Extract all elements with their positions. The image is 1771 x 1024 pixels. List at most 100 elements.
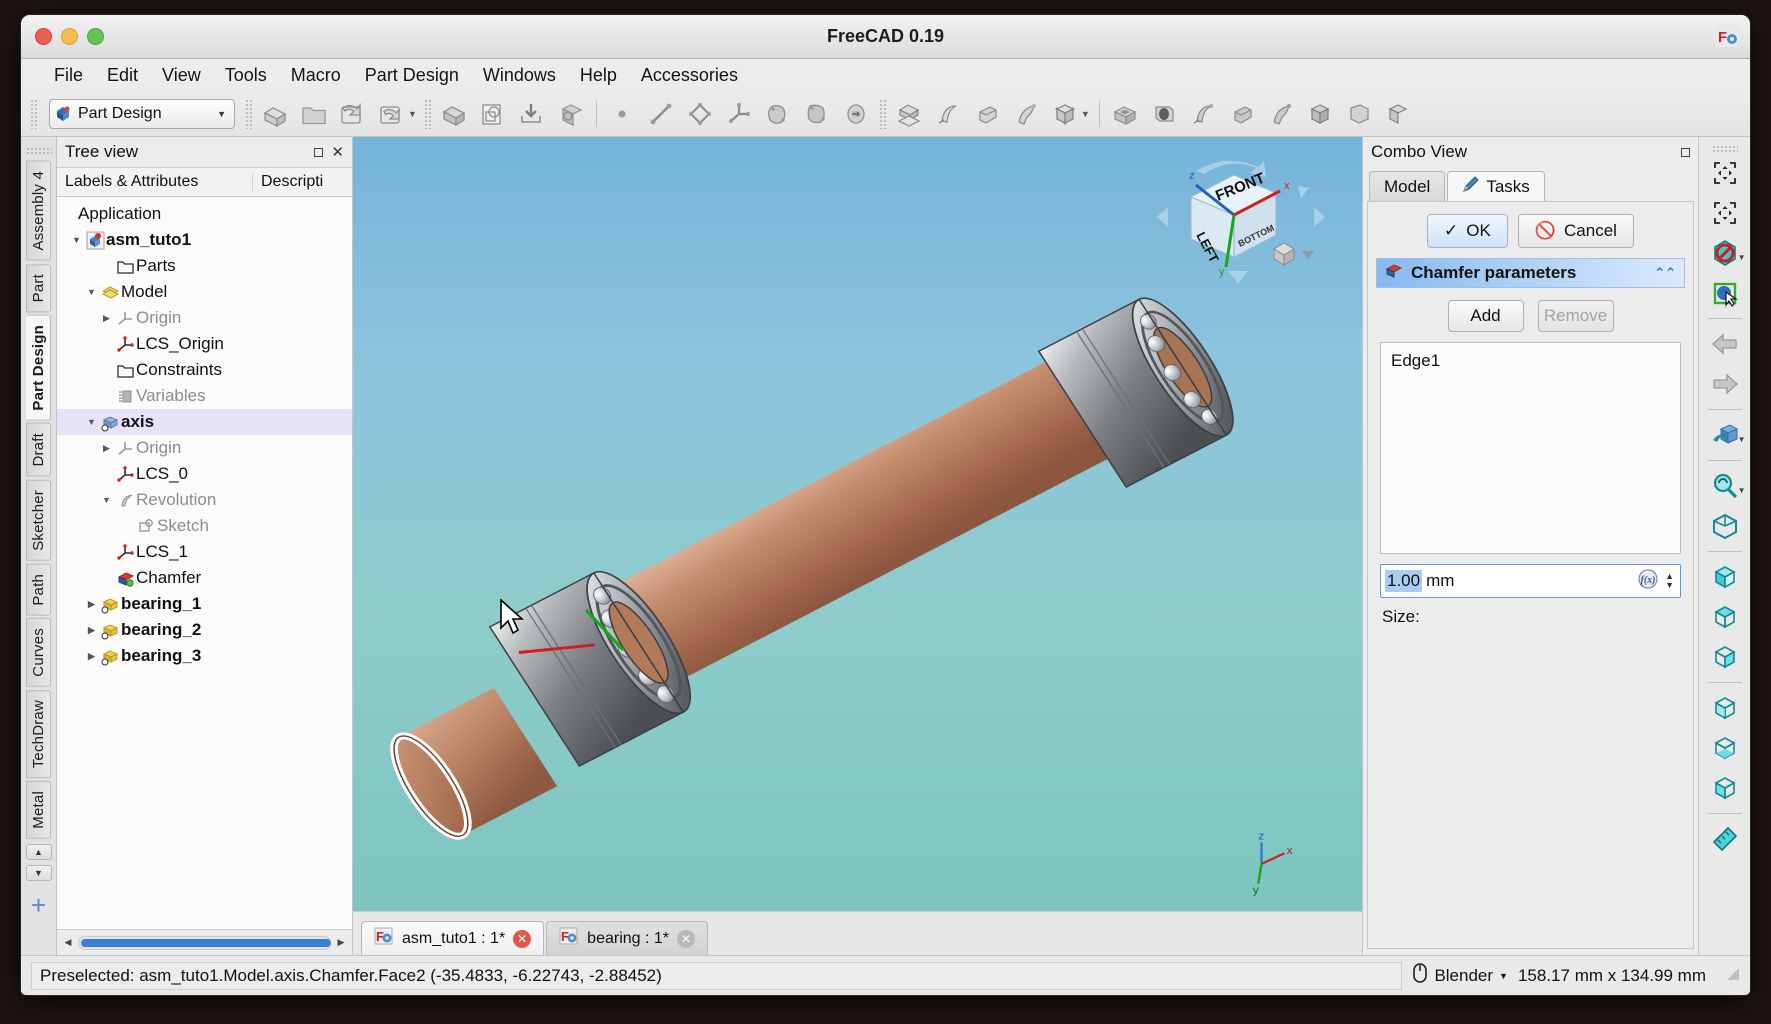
tree-item-variables[interactable]: Variables [57,383,352,409]
cancel-button[interactable]: 🚫 Cancel [1517,214,1634,248]
tree-item-sketch[interactable]: Sketch [57,513,352,539]
stepper-up-icon[interactable]: ▲ [1665,572,1674,581]
add-button[interactable]: Add [1447,300,1524,332]
tree-item-bearing-3[interactable]: ▶ bearing_3 [57,643,352,669]
add-workbench-button[interactable]: + [31,892,46,918]
open-folder-icon[interactable] [295,95,333,133]
axonometric-view-icon[interactable] [1703,507,1747,545]
refresh-icon[interactable] [552,95,590,133]
tree-item-application[interactable]: Application [57,201,352,227]
remove-button[interactable]: Remove [1537,300,1614,332]
tree-item-bearing-2[interactable]: ▶ bearing_2 [57,617,352,643]
front-view-icon[interactable] [1703,558,1747,596]
line-icon[interactable] [642,95,680,133]
scrollbar-thumb[interactable] [81,938,331,947]
back-arrow-icon[interactable] [1703,325,1747,363]
fit-all-icon[interactable] [1703,154,1747,192]
size-value[interactable]: 1.00 [1385,570,1423,592]
additive-loft-icon[interactable] [968,95,1006,133]
fx-icon[interactable]: f(x) [1637,568,1659,595]
tree-item-origin[interactable]: ▶ Origin [57,305,352,331]
tree-expander[interactable]: ▼ [69,235,84,245]
menu-tools[interactable]: Tools [214,62,278,89]
stepper-down-icon[interactable]: ▼ [1665,581,1674,590]
close-icon[interactable]: ✕ [677,929,696,948]
chamfer-size-input[interactable]: 1.00 mm f(x) ▲ ▼ [1380,564,1681,598]
tree-item-chamfer[interactable]: Chamfer [57,565,352,591]
close-icon[interactable]: ✕ [331,145,344,160]
tree-item-lcs-0[interactable]: LCS_0 [57,461,352,487]
tree-expander[interactable]: ▼ [84,417,99,427]
tree-item-axis-origin[interactable]: ▶ Origin [57,435,352,461]
chevron-down-icon[interactable]: ▼ [1499,971,1508,981]
view-toolbar[interactable]: ▼ ▼ ▼ [1698,137,1750,955]
tree-item-parts[interactable]: Parts [57,253,352,279]
resize-grip[interactable] [1724,965,1740,986]
pocket-icon[interactable] [1106,95,1144,133]
chamfer-parameters-section-header[interactable]: Chamfer parameters ⌃⌃ [1376,258,1685,288]
view-toolbar-grip[interactable] [1711,145,1738,152]
sidebar-item-sketcher[interactable]: Sketcher [26,479,51,561]
subtractive-loft-icon[interactable] [1223,95,1261,133]
tree-expander[interactable]: ▶ [99,313,114,324]
measure-icon[interactable] [1703,820,1747,858]
chevron-down-icon[interactable]: ▼ [408,109,417,119]
additive-box-icon[interactable] [1046,95,1084,133]
menu-edit[interactable]: Edit [96,62,149,89]
additive-pipe-icon[interactable] [1007,95,1045,133]
subtractive-box-icon[interactable] [1301,95,1339,133]
menu-file[interactable]: File [43,62,94,89]
selection-view-icon[interactable] [1703,274,1747,312]
scrollbar-track[interactable] [78,935,331,950]
toolbar-grip[interactable] [30,98,37,129]
tree-expander[interactable]: ▼ [84,287,99,297]
sidebar-item-curves[interactable]: Curves [26,618,51,688]
tree-item-lcs-1[interactable]: LCS_1 [57,539,352,565]
fit-selection-icon[interactable] [1703,194,1747,232]
sidebar-item-metal[interactable]: Metal [26,781,51,840]
sidebar-item-draft[interactable]: Draft [26,423,51,477]
float-panel-icon[interactable] [1681,147,1690,157]
edge-list[interactable]: Edge1 [1380,342,1681,554]
datum-icon[interactable] [720,95,758,133]
shape-binder-icon[interactable] [759,95,797,133]
hole-icon[interactable] [1145,95,1183,133]
toolbar-grip-3[interactable] [423,98,431,129]
workbench-selector[interactable]: Part Design ▼ [49,98,235,129]
size-stepper[interactable]: ▲ ▼ [1663,572,1676,590]
fillet-icon[interactable] [1340,95,1378,133]
point-icon[interactable] [603,95,641,133]
scroll-left-icon[interactable]: ◀ [61,937,75,948]
close-icon[interactable]: ✕ [513,929,532,948]
bottom-view-icon[interactable] [1703,729,1747,767]
tree-expander[interactable]: ▶ [99,443,114,454]
sidebar-item-techdraw[interactable]: TechDraw [26,690,51,779]
std-view-icon[interactable] [435,95,473,133]
tree-expander[interactable]: ▶ [84,625,99,636]
chevron-down-icon[interactable]: ▼ [1738,435,1746,444]
scroll-up-button[interactable]: ▲ [25,844,52,861]
menu-part-design[interactable]: Part Design [354,62,470,89]
zoom-icon[interactable]: ▼ [1703,467,1747,505]
wbtabs-grip[interactable] [25,147,52,154]
save-icon[interactable] [334,95,372,133]
sub-shape-binder-icon[interactable] [798,95,836,133]
polygon-icon[interactable] [681,95,719,133]
forward-arrow-icon[interactable] [1703,365,1747,403]
menu-accessories[interactable]: Accessories [630,62,749,89]
workbench-tab-rail[interactable]: Assembly 4 Part Part Design Draft Sketch… [21,137,57,955]
menu-help[interactable]: Help [569,62,628,89]
document-tab-bearing[interactable]: F bearing : 1* ✕ [546,921,709,955]
scroll-right-icon[interactable]: ▶ [334,937,348,948]
3d-viewport[interactable]: z x y FRONT LEFT BOTTOM z x y [353,137,1362,911]
menu-view[interactable]: View [151,62,212,89]
pad-icon[interactable] [890,95,928,133]
navigation-mode-selector[interactable]: Blender ▼ [1412,963,1508,988]
chevron-down-icon[interactable]: ▼ [1738,253,1746,262]
tree-horizontal-scrollbar[interactable]: ◀ ▶ [57,929,352,955]
save-as-icon[interactable] [373,95,411,133]
left-view-icon[interactable] [1703,769,1747,807]
document-tab-bar[interactable]: F asm_tuto1 : 1* ✕ F bearing : 1* ✕ [353,911,1362,955]
subtractive-pipe-icon[interactable] [1262,95,1300,133]
sidebar-item-part-design[interactable]: Part Design [26,314,51,421]
